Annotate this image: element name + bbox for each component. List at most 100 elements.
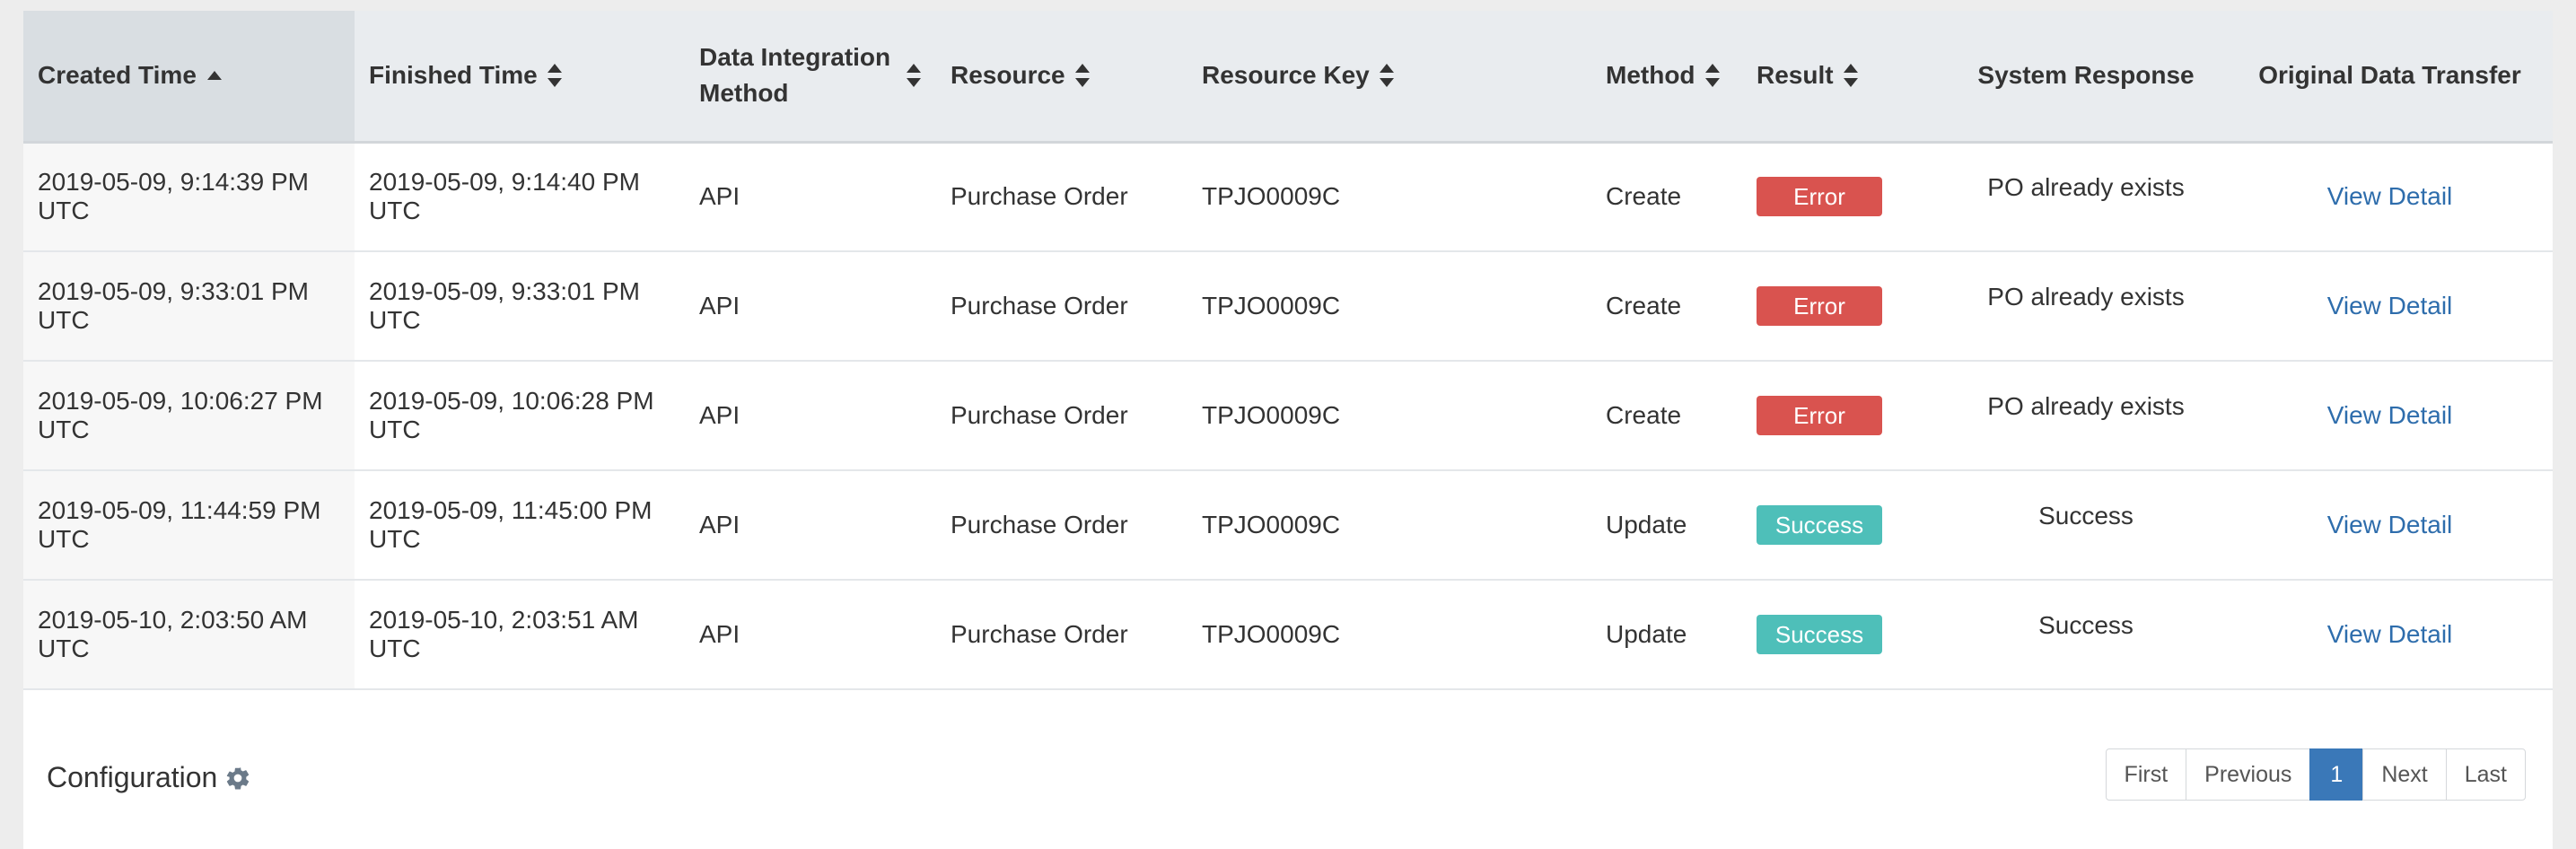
table-row: 2019-05-09, 11:44:59 PM UTC 2019-05-09, 11… [23, 470, 2553, 580]
sort-icon [1704, 62, 1721, 89]
cell-finished-time: 2019-05-09, 10:06:28 PM UTC [355, 361, 685, 470]
column-label-resource: Resource [951, 61, 1065, 90]
status-badge: Error [1757, 177, 1882, 217]
cell-system-response: Success [2038, 502, 2134, 530]
cell-system-response: PO already exists [1987, 283, 2185, 311]
cell-resource-key: TPJO0009C [1202, 292, 1341, 319]
cell-result: Success [1742, 470, 1945, 580]
created-time-zone: UTC [38, 635, 90, 662]
column-header-system-response: System Response [1945, 11, 2227, 144]
cell-method: Create [1606, 292, 1682, 319]
cell-result: Error [1742, 142, 1945, 251]
data-transfer-log-panel: Created Time Finished Time Data Integrat… [23, 11, 2553, 849]
finished-time-date: 2019-05-09, 10:06:28 PM [369, 387, 654, 415]
sort-icon [1379, 62, 1395, 89]
status-badge: Error [1757, 286, 1882, 326]
data-transfer-table: Created Time Finished Time Data Integrat… [23, 11, 2553, 690]
column-label-original-data-transfer: Original Data Transfer [2258, 61, 2521, 90]
cell-finished-time: 2019-05-09, 9:33:01 PM UTC [355, 251, 685, 361]
gear-icon[interactable] [224, 765, 251, 792]
cell-finished-time: 2019-05-09, 11:45:00 PM UTC [355, 470, 685, 580]
cell-resource: Purchase Order [951, 401, 1128, 429]
cell-finished-time: 2019-05-09, 9:14:40 PM UTC [355, 142, 685, 251]
view-detail-link[interactable]: View Detail [2327, 292, 2453, 319]
column-label-finished-time: Finished Time [369, 61, 538, 90]
sort-icon [547, 62, 563, 89]
sort-icon [1074, 62, 1091, 89]
cell-integration-method: API [699, 401, 740, 429]
created-time-date: 2019-05-09, 10:06:27 PM [38, 387, 323, 415]
finished-time-zone: UTC [369, 416, 421, 443]
cell-result: Error [1742, 251, 1945, 361]
pagination-next[interactable]: Next [2362, 748, 2447, 801]
created-time-zone: UTC [38, 416, 90, 443]
table-header-row: Created Time Finished Time Data Integrat… [23, 11, 2553, 144]
column-label-integration-method-line2: Method [699, 79, 789, 108]
cell-system-response: PO already exists [1987, 392, 2185, 420]
column-label-result: Result [1757, 61, 1834, 90]
pagination-current-page[interactable]: 1 [2309, 748, 2364, 801]
cell-created-time: 2019-05-09, 11:44:59 PM UTC [23, 470, 355, 580]
cell-created-time: 2019-05-09, 9:33:01 PM UTC [23, 251, 355, 361]
cell-integration-method: API [699, 292, 740, 319]
cell-resource-key: TPJO0009C [1202, 511, 1341, 538]
finished-time-date: 2019-05-09, 11:45:00 PM [369, 496, 653, 524]
column-header-integration-method[interactable]: Data Integration Method [685, 11, 936, 144]
view-detail-link[interactable]: View Detail [2327, 182, 2453, 210]
cell-system-response: PO already exists [1987, 173, 2185, 202]
finished-time-zone: UTC [369, 197, 421, 225]
cell-original-data-transfer: View Detail [2227, 580, 2553, 689]
cell-original-data-transfer: View Detail [2227, 361, 2553, 470]
created-time-date: 2019-05-09, 11:44:59 PM [38, 496, 321, 524]
cell-original-data-transfer: View Detail [2227, 251, 2553, 361]
pagination: First Previous 1 Next Last [2105, 748, 2526, 801]
column-header-resource-key[interactable]: Resource Key [1187, 11, 1591, 144]
cell-method: Update [1606, 511, 1687, 538]
cell-integration-method: API [699, 620, 740, 648]
pagination-first[interactable]: First [2105, 748, 2187, 801]
column-header-method[interactable]: Method [1591, 11, 1742, 144]
column-header-resource[interactable]: Resource [936, 11, 1187, 144]
finished-time-date: 2019-05-09, 9:33:01 PM [369, 277, 640, 305]
column-label-system-response: System Response [1977, 61, 2195, 90]
created-time-date: 2019-05-10, 2:03:50 AM [38, 606, 308, 634]
finished-time-date: 2019-05-09, 9:14:40 PM [369, 168, 640, 197]
pagination-previous[interactable]: Previous [2186, 748, 2311, 801]
pagination-last[interactable]: Last [2445, 748, 2526, 801]
cell-method: Create [1606, 182, 1682, 211]
finished-time-zone: UTC [369, 635, 421, 662]
column-header-finished-time[interactable]: Finished Time [355, 11, 685, 144]
column-label-method: Method [1606, 61, 1695, 90]
cell-system-response: Success [2038, 611, 2134, 639]
finished-time-zone: UTC [369, 306, 421, 334]
cell-created-time: 2019-05-09, 9:14:39 PM UTC [23, 142, 355, 251]
cell-resource-key: TPJO0009C [1202, 620, 1341, 648]
cell-finished-time: 2019-05-10, 2:03:51 AM UTC [355, 580, 685, 689]
column-header-result[interactable]: Result [1742, 11, 1945, 144]
view-detail-link[interactable]: View Detail [2327, 511, 2453, 538]
finished-time-date: 2019-05-10, 2:03:51 AM [369, 606, 639, 634]
column-label-created-time: Created Time [38, 61, 197, 90]
created-time-zone: UTC [38, 197, 90, 225]
cell-created-time: 2019-05-09, 10:06:27 PM UTC [23, 361, 355, 470]
configuration-link[interactable]: Configuration [47, 761, 251, 794]
view-detail-link[interactable]: View Detail [2327, 401, 2453, 429]
table-row: 2019-05-09, 10:06:27 PM UTC 2019-05-09, 10… [23, 361, 2553, 470]
cell-integration-method: API [699, 511, 740, 538]
column-header-original-data-transfer: Original Data Transfer [2227, 11, 2553, 144]
created-time-zone: UTC [38, 525, 90, 553]
sort-icon [906, 62, 922, 89]
view-detail-link[interactable]: View Detail [2327, 620, 2453, 648]
created-time-zone: UTC [38, 306, 90, 334]
sort-ascending-icon [206, 68, 223, 83]
cell-resource-key: TPJO0009C [1202, 182, 1341, 211]
cell-resource: Purchase Order [951, 292, 1128, 319]
cell-resource: Purchase Order [951, 511, 1128, 538]
table-row: 2019-05-09, 9:14:39 PM UTC 2019-05-09, 9:1… [23, 142, 2553, 251]
finished-time-zone: UTC [369, 525, 421, 553]
status-badge: Success [1757, 505, 1882, 545]
cell-integration-method: API [699, 182, 740, 211]
column-header-created-time[interactable]: Created Time [23, 11, 355, 144]
table-row: 2019-05-10, 2:03:50 AM UTC 2019-05-10, 2:0… [23, 580, 2553, 689]
cell-created-time: 2019-05-10, 2:03:50 AM UTC [23, 580, 355, 689]
